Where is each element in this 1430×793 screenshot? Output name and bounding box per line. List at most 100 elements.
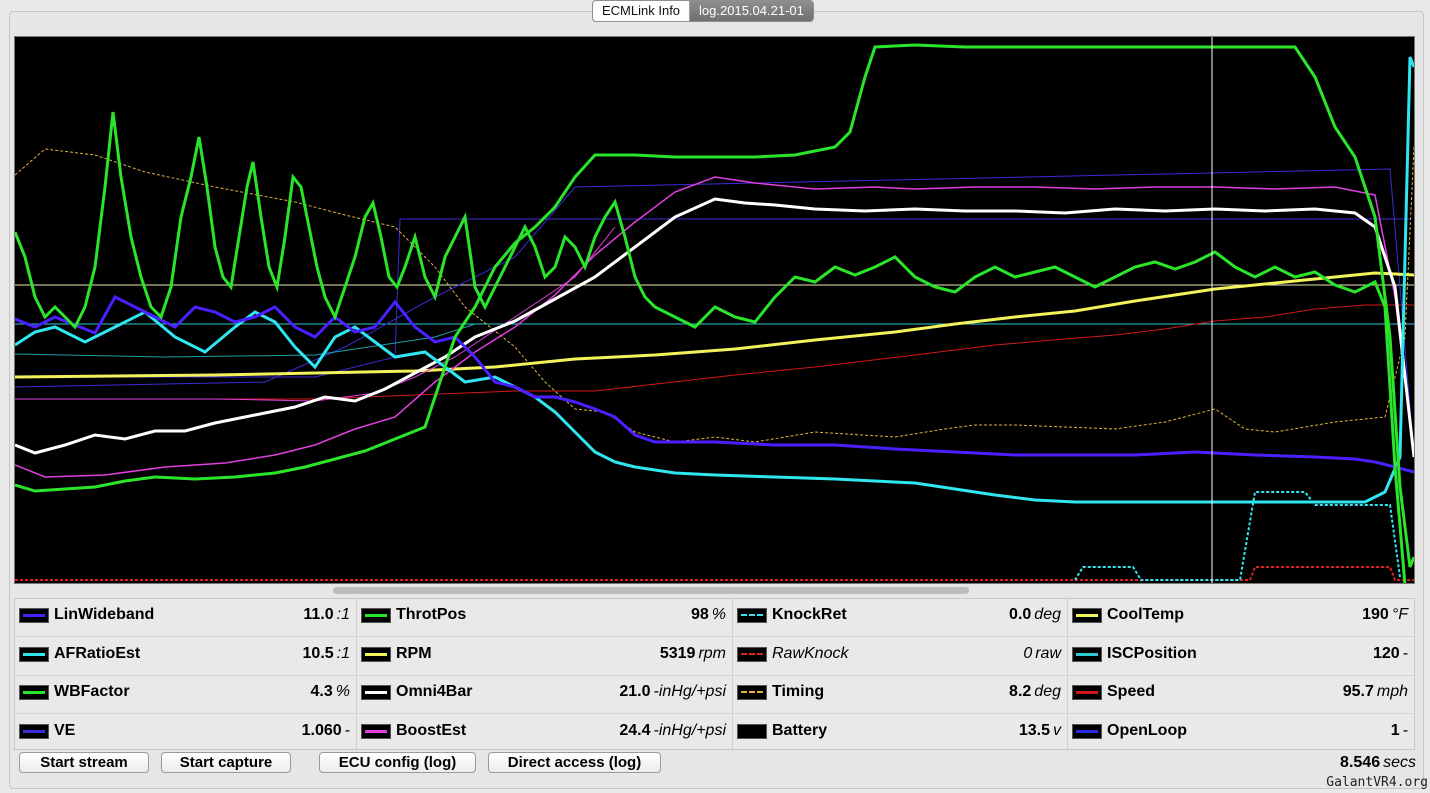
trace-timing — [15, 146, 1414, 443]
legend-item-name: LinWideband — [54, 606, 155, 623]
legend-swatch[interactable] — [737, 723, 767, 739]
legend-item-value: 95.7 mph — [1343, 683, 1408, 701]
legend-swatch[interactable] — [737, 646, 767, 662]
legend-column: KnockRet 0.0 deg RawKnock 0 raw Timing 8.2 deg Ba… — [733, 599, 1068, 749]
legend-swatch[interactable] — [1072, 608, 1102, 623]
legend-value-number: 13.5 — [1018, 721, 1050, 739]
chart-scrollbar-thumb[interactable] — [333, 587, 969, 594]
legend-item-speed[interactable]: Speed 95.7 mph — [1068, 676, 1414, 714]
trace-ve — [15, 218, 1410, 378]
legend-swatch[interactable] — [19, 646, 49, 662]
legend-item-boostest[interactable]: BoostEst 24.4 -inHg/+psi — [357, 715, 732, 753]
legend-item-name: RPM — [396, 644, 432, 662]
legend-item-name: Speed — [1107, 683, 1156, 700]
legend-swatch[interactable] — [361, 608, 391, 623]
legend-item-name: Timing — [772, 683, 825, 700]
legend-item-value: 98% — [691, 606, 726, 624]
legend-item-value: 1- — [1391, 722, 1408, 740]
legend-swatch[interactable] — [19, 608, 49, 623]
legend-item-linwideband[interactable]: LinWideband 11.0:1 — [15, 599, 356, 637]
legend-value-unit: :1 — [336, 644, 350, 662]
legend-item-value: 120- — [1373, 645, 1408, 663]
legend-item-name: AFRatioEst — [54, 644, 141, 662]
start-stream-button[interactable]: Start stream — [19, 752, 149, 773]
legend-item-name: OpenLoop — [1107, 721, 1187, 739]
legend-item-knockret[interactable]: KnockRet 0.0 deg — [733, 599, 1067, 637]
tab-log-file[interactable]: log.2015.04.21-01 — [690, 1, 813, 21]
legend-panel: LinWideband 11.0:1 AFRatioEst 10.5:1 WBFacto… — [14, 598, 1415, 750]
legend-item-afratioest[interactable]: AFRatioEst 10.5:1 — [15, 638, 356, 676]
legend-swatch[interactable] — [19, 685, 49, 700]
elapsed-time-unit: secs — [1383, 754, 1416, 771]
legend-value-unit: -inHg/+psi — [653, 721, 726, 739]
legend-value-number: 98 — [690, 606, 709, 623]
legend-value-number: 0 — [1023, 644, 1033, 662]
legend-column: LinWideband 11.0:1 AFRatioEst 10.5:1 WBFacto… — [15, 599, 357, 749]
legend-value-unit: - — [344, 721, 350, 739]
legend-value-number: 1 — [1390, 721, 1400, 739]
trace-omni4bar — [15, 197, 1414, 458]
legend-value-number: 11.0 — [303, 606, 334, 623]
legend-swatch[interactable] — [1072, 685, 1102, 700]
legend-item-rawknock[interactable]: RawKnock 0 raw — [733, 638, 1067, 676]
legend-item-iscposition[interactable]: ISCPosition 120- — [1068, 638, 1414, 676]
legend-item-name: RawKnock — [772, 644, 849, 662]
legend-item-ve[interactable]: VE 1.060- — [15, 715, 356, 753]
legend-item-value: 0 raw — [1023, 645, 1061, 663]
legend-item-name: ISCPosition — [1107, 644, 1197, 662]
legend-value-unit: :1 — [336, 606, 350, 623]
legend-item-value: 10.5:1 — [303, 645, 350, 663]
legend-value-unit: % — [335, 683, 350, 700]
log-chart-plot — [15, 37, 1414, 583]
legend-value-unit: v — [1053, 721, 1061, 739]
legend-item-name: KnockRet — [772, 606, 847, 623]
legend-value-number: 5319 — [659, 644, 696, 662]
legend-swatch[interactable] — [361, 646, 391, 662]
legend-value-number: 0.0 — [1009, 606, 1032, 623]
legend-item-rpm[interactable]: RPM 5319 rpm — [357, 638, 732, 676]
legend-item-value: 0.0 deg — [1009, 606, 1061, 624]
legend-item-name: BoostEst — [396, 721, 467, 739]
ecu-config-button[interactable]: ECU config (log) — [319, 752, 476, 773]
trace-wbfactor — [15, 111, 1407, 583]
start-capture-button[interactable]: Start capture — [161, 752, 291, 773]
legend-item-value: 190 °F — [1362, 606, 1408, 624]
trace-linwideband — [15, 295, 1414, 474]
legend-value-number: 95.7 — [1342, 683, 1374, 700]
legend-item-omni4bar[interactable]: Omni4Bar 21.0 -inHg/+psi — [357, 676, 732, 714]
direct-access-button[interactable]: Direct access (log) — [488, 752, 661, 773]
legend-swatch[interactable] — [737, 685, 767, 700]
legend-value-unit: % — [711, 606, 726, 623]
legend-item-name: VE — [54, 721, 76, 739]
watermark: GalantVR4.org — [1326, 775, 1428, 790]
legend-value-number: 8.2 — [1009, 683, 1032, 700]
legend-swatch[interactable] — [19, 723, 49, 739]
legend-swatch[interactable] — [1072, 723, 1102, 739]
trace-rawknock — [15, 566, 1414, 581]
trace-boostest — [15, 176, 1414, 478]
legend-value-unit: °F — [1391, 606, 1408, 623]
legend-value-number: 4.3 — [310, 683, 333, 700]
legend-swatch[interactable] — [361, 685, 391, 700]
legend-swatch[interactable] — [361, 723, 391, 739]
log-chart[interactable] — [14, 36, 1415, 584]
legend-column: ThrotPos 98% RPM 5319 rpm Omni4Bar 21.0 -inHg/+… — [357, 599, 733, 749]
legend-item-cooltemp[interactable]: CoolTemp 190 °F — [1068, 599, 1414, 637]
legend-item-throtpos[interactable]: ThrotPos 98% — [357, 599, 732, 637]
legend-item-value: 24.4 -inHg/+psi — [619, 722, 726, 740]
legend-item-openloop[interactable]: OpenLoop 1- — [1068, 715, 1414, 753]
tab-ecmlink-info[interactable]: ECMLink Info — [593, 1, 691, 21]
legend-swatch[interactable] — [737, 608, 767, 623]
legend-value-number: 10.5 — [302, 644, 334, 662]
legend-item-timing[interactable]: Timing 8.2 deg — [733, 676, 1067, 714]
chart-scrollbar[interactable] — [14, 585, 1415, 596]
legend-column: CoolTemp 190 °F ISCPosition 120- Speed 95.7 mph… — [1068, 599, 1414, 749]
legend-item-wbfactor[interactable]: WBFactor 4.3% — [15, 676, 356, 714]
legend-value-unit: deg — [1034, 683, 1061, 700]
legend-value-unit: - — [1402, 644, 1408, 662]
legend-swatch[interactable] — [1072, 646, 1102, 662]
legend-item-battery[interactable]: Battery 13.5 v — [733, 715, 1067, 753]
elapsed-time-value: 8.546 — [1340, 754, 1381, 771]
legend-item-name: Omni4Bar — [396, 683, 473, 700]
legend-value-number: 1.060 — [301, 721, 342, 739]
